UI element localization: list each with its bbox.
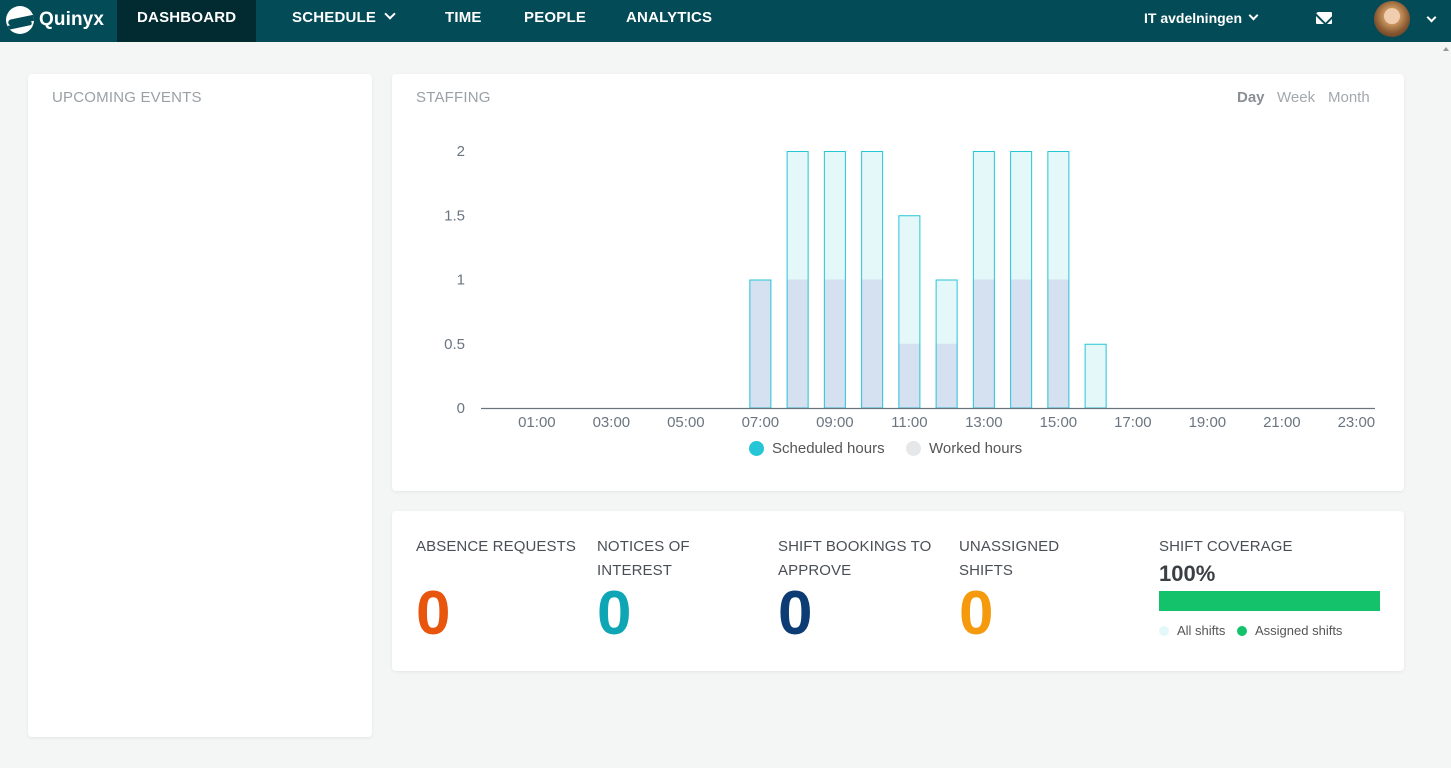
worked-bar: [972, 279, 995, 408]
worked-bar: [898, 343, 921, 408]
x-tick-label: 07:00: [742, 414, 780, 431]
shift-bookings-count[interactable]: 0: [778, 579, 812, 649]
nav-analytics[interactable]: ANALYTICS: [626, 0, 712, 42]
legend-all-shifts-label: All shifts: [1177, 623, 1226, 638]
coverage-legend-all: All shifts: [1159, 623, 1225, 638]
chevron-down-icon: [1248, 10, 1259, 21]
shift-coverage-bar: [1159, 591, 1380, 611]
nav-time[interactable]: TIME: [445, 0, 482, 42]
y-tick-label: 0: [457, 400, 465, 417]
x-tick-label: 03:00: [593, 414, 631, 431]
quinyx-logo-icon: [6, 6, 34, 34]
y-tick-label: 0.5: [444, 336, 465, 353]
worked-bar: [786, 279, 809, 408]
bookings-label-line1: SHIFT BOOKINGS TO: [778, 538, 932, 555]
coverage-legend-assigned: Assigned shifts: [1237, 623, 1342, 638]
page-scrollbar[interactable]: [1440, 42, 1451, 768]
worked-bar: [749, 279, 772, 408]
top-nav-bar: Quinyx DASHBOARD SCHEDULE TIME PEOPLE AN…: [0, 0, 1451, 42]
chevron-down-icon: [384, 8, 396, 20]
x-tick-label: 15:00: [1040, 414, 1078, 431]
unassigned-shifts-count[interactable]: 0: [959, 579, 993, 649]
x-tick-label: 19:00: [1189, 414, 1227, 431]
quinyx-logo[interactable]: Quinyx: [6, 5, 104, 35]
x-tick-label: 01:00: [518, 414, 556, 431]
x-tick-label: 21:00: [1263, 414, 1301, 431]
absence-requests-label: ABSENCE REQUESTS: [416, 538, 576, 555]
shift-coverage-label: SHIFT COVERAGE: [1159, 538, 1293, 555]
department-selector[interactable]: IT avdelningen: [1144, 0, 1259, 42]
legend-worked-dot: [906, 441, 921, 456]
staffing-card: STAFFING Day Week Month 0 0.5 1 1.5 2 01:00 03…: [392, 74, 1404, 491]
legend-scheduled-label: Scheduled hours: [772, 440, 885, 457]
absence-requests-count[interactable]: 0: [416, 579, 450, 649]
user-avatar[interactable]: [1374, 1, 1410, 37]
worked-bar: [1047, 279, 1070, 408]
notices-label-line1: NOTICES OF: [597, 538, 690, 555]
worked-bar: [935, 343, 958, 408]
scheduled-bar: [1084, 343, 1107, 408]
notices-of-interest-count[interactable]: 0: [597, 579, 631, 649]
nav-dashboard[interactable]: DASHBOARD: [117, 0, 257, 42]
y-tick-label: 1.5: [444, 207, 465, 224]
upcoming-events-card: UPCOMING EVENTS: [28, 74, 372, 737]
unassigned-label-line1: UNASSIGNED: [959, 538, 1060, 555]
legend-worked[interactable]: Worked hours: [906, 440, 1022, 457]
y-tick-label: 2: [457, 143, 465, 160]
legend-scheduled[interactable]: Scheduled hours: [749, 440, 885, 457]
mail-icon[interactable]: [1316, 12, 1332, 24]
legend-all-shifts-dot: [1159, 625, 1169, 636]
unassigned-shifts-label: UNASSIGNED SHIFTS: [959, 535, 1059, 583]
x-tick-label: 17:00: [1114, 414, 1152, 431]
y-tick-label: 1: [457, 272, 465, 289]
legend-assigned-shifts-dot: [1237, 625, 1247, 636]
nav-schedule[interactable]: SCHEDULE: [292, 0, 396, 42]
legend-scheduled-dot: [749, 441, 764, 456]
worked-bar: [823, 279, 846, 408]
stats-card: ABSENCE REQUESTS 0 NOTICES OF INTEREST 0…: [392, 511, 1404, 671]
nav-schedule-label: SCHEDULE: [292, 9, 377, 26]
staffing-chart: 0 0.5 1 1.5 2 01:00 03:00 05:00 07:00 09:00 11:00 1…: [444, 143, 1376, 431]
notices-of-interest-label: NOTICES OF INTEREST: [597, 535, 690, 583]
x-tick-label: 09:00: [816, 414, 854, 431]
x-tick-label: 23:00: [1338, 414, 1376, 431]
worked-bar: [861, 279, 884, 408]
department-name: IT avdelningen: [1144, 10, 1243, 26]
legend-assigned-shifts-label: Assigned shifts: [1255, 623, 1343, 638]
shift-coverage-fill: [1159, 591, 1380, 611]
shift-bookings-label: SHIFT BOOKINGS TO APPROVE: [778, 535, 931, 583]
nav-people[interactable]: PEOPLE: [524, 0, 586, 42]
brand-name: Quinyx: [39, 9, 105, 30]
legend-worked-label: Worked hours: [929, 440, 1023, 457]
scroll-up-arrow-icon[interactable]: [1443, 47, 1449, 51]
x-tick-label: 13:00: [965, 414, 1003, 431]
shift-coverage-percent: 100%: [1159, 561, 1216, 586]
chevron-down-icon[interactable]: [1426, 12, 1437, 23]
x-tick-label: 11:00: [891, 414, 927, 431]
upcoming-events-title: UPCOMING EVENTS: [52, 89, 202, 106]
worked-bar: [1010, 279, 1033, 408]
x-tick-label: 05:00: [667, 414, 705, 431]
